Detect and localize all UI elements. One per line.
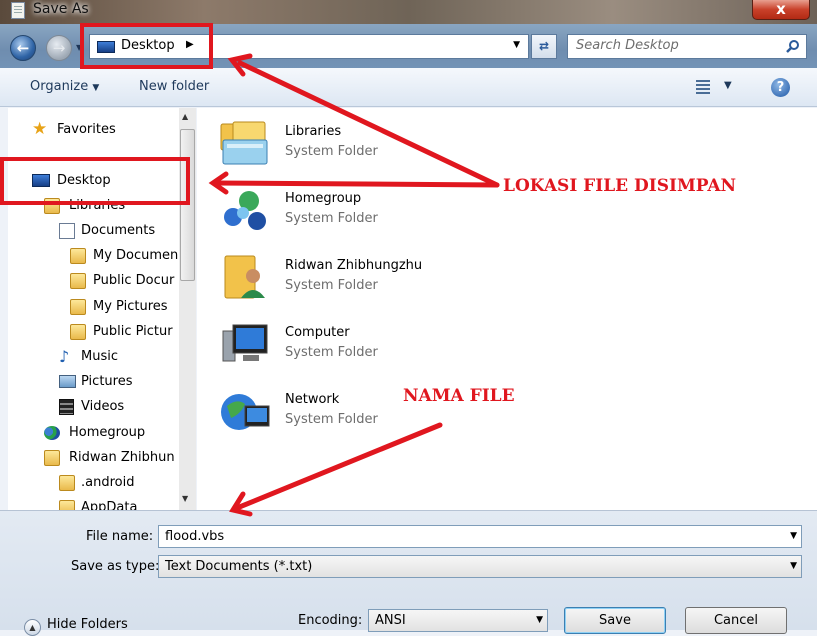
annotation-arrows [208, 53, 500, 517]
